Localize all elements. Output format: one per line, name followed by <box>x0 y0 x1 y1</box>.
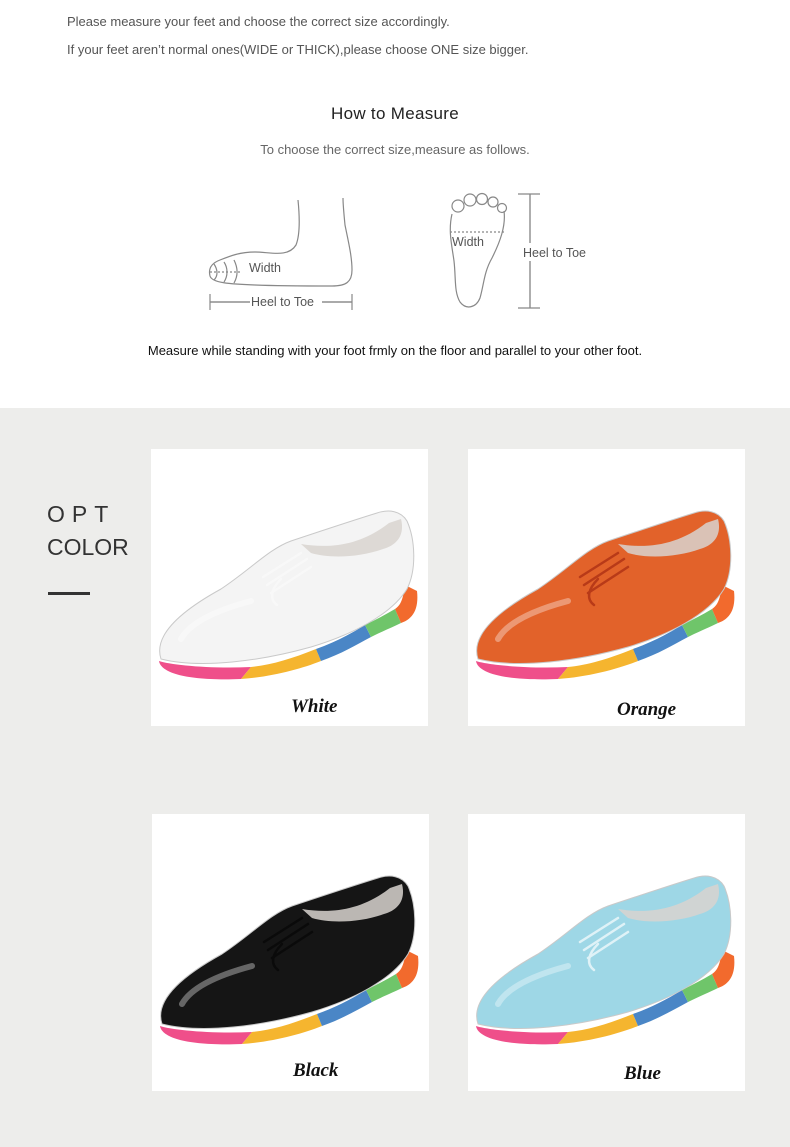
foot-side-view-diagram: Width Heel to Toe <box>208 197 353 310</box>
size-note-wide-feet: If your feet aren’t normal ones(WIDE or … <box>67 42 529 57</box>
side-view-length-label: Heel to Toe <box>251 295 314 309</box>
top-view-length-label: Heel to Toe <box>523 246 586 260</box>
blue-shoe-image <box>476 875 735 1045</box>
measure-instruction: Measure while standing with your foot fr… <box>147 343 643 358</box>
size-note-measure: Please measure your feet and choose the … <box>67 14 450 29</box>
option-label-line2: COLOR <box>47 534 129 560</box>
color-name-blue: Blue <box>624 1063 661 1084</box>
top-view-width-label: Width <box>452 235 484 249</box>
orange-shoe-image <box>476 510 735 680</box>
color-option-orange[interactable]: Orange <box>468 449 745 726</box>
label-underline <box>48 592 90 595</box>
color-option-blue[interactable]: Blue <box>468 814 745 1091</box>
foot-top-outline <box>449 210 505 308</box>
color-options-section: OPT COLOR White Orange Black Blue <box>0 408 790 1147</box>
color-name-black: Black <box>293 1060 339 1081</box>
how-to-measure-subtitle: To choose the correct size,measure as fo… <box>260 142 530 157</box>
option-color-label: OPT COLOR <box>47 498 129 564</box>
color-option-black[interactable]: Black <box>152 814 429 1091</box>
foot-top-view-diagram: Width Heel to Toe <box>449 192 600 309</box>
black-shoe-image <box>160 875 419 1045</box>
color-name-white: White <box>291 696 338 717</box>
how-to-measure-title: How to Measure <box>331 104 459 123</box>
color-name-orange: Orange <box>617 699 677 720</box>
white-shoe-image <box>159 510 418 680</box>
color-option-white[interactable]: White <box>151 449 428 726</box>
side-view-width-label: Width <box>249 261 281 275</box>
size-notes: Please measure your feet and choose the … <box>67 8 528 64</box>
option-label-line1: OPT <box>47 501 116 527</box>
